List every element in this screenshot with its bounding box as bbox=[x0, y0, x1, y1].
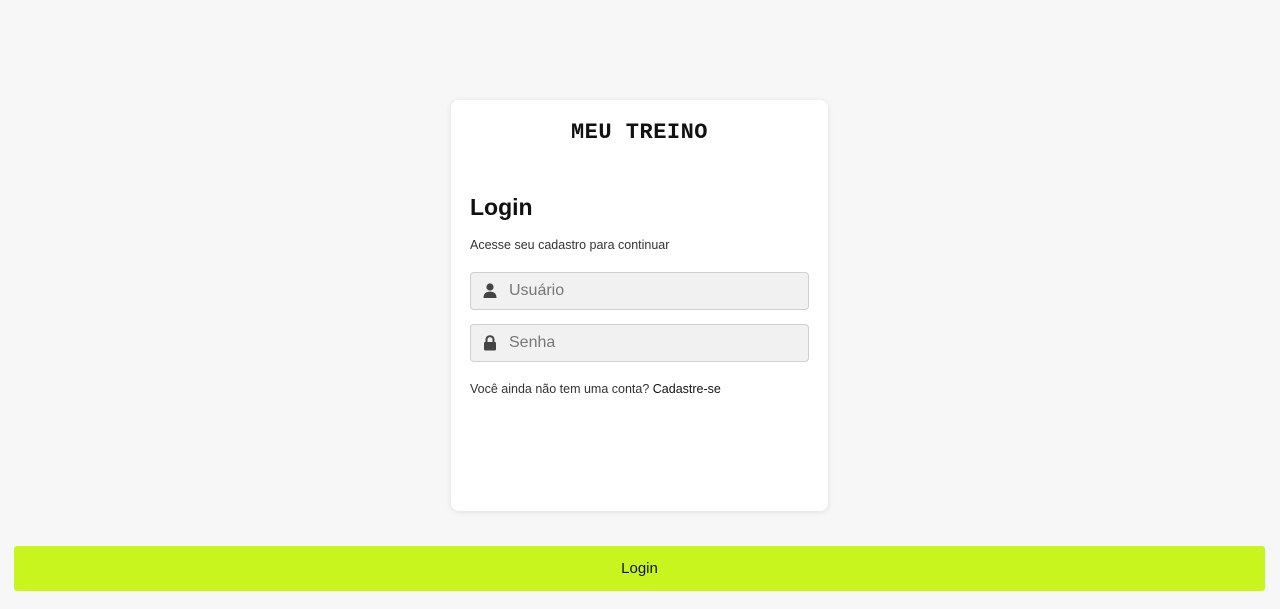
login-subtitle: Acesse seu cadastro para continuar bbox=[470, 238, 670, 252]
login-heading: Login bbox=[470, 194, 533, 220]
password-input[interactable] bbox=[507, 324, 808, 361]
username-field[interactable] bbox=[470, 271, 809, 310]
lock-icon bbox=[471, 325, 507, 361]
user-icon bbox=[471, 273, 507, 309]
login-button[interactable]: Login bbox=[14, 546, 1265, 591]
login-card: MEU TREINO Login Acesse seu cadastro par… bbox=[451, 100, 828, 511]
password-field[interactable] bbox=[470, 323, 809, 362]
signup-link[interactable]: Cadastre-se bbox=[653, 382, 721, 396]
signup-row: Você ainda não tem uma conta? Cadastre-s… bbox=[470, 382, 809, 396]
app-brand-title: MEU TREINO bbox=[570, 120, 709, 145]
username-input[interactable] bbox=[507, 272, 808, 309]
signup-prompt: Você ainda não tem uma conta? bbox=[470, 381, 650, 396]
